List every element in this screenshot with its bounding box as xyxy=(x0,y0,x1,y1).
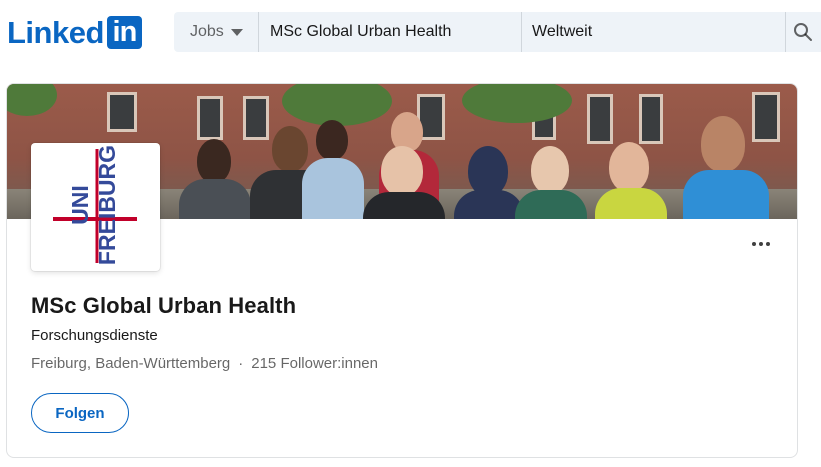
search-category-label: Jobs xyxy=(190,23,224,40)
company-location: Freiburg, Baden-Württemberg xyxy=(31,355,231,372)
university-logo: UNI FREIBURG xyxy=(31,143,160,271)
more-options-button[interactable] xyxy=(745,232,777,256)
company-card: UNI FREIBURG MSc Global Urban Health For… xyxy=(6,83,798,458)
search-button[interactable] xyxy=(786,12,820,52)
top-nav-bar: Linked in Jobs MSc Global Urban Health W… xyxy=(0,0,821,64)
search-location-value: Weltweit xyxy=(532,23,593,40)
search-category-dropdown[interactable]: Jobs xyxy=(174,12,259,52)
search-icon xyxy=(794,23,812,41)
svg-text:FREIBURG: FREIBURG xyxy=(94,145,120,265)
uni-freiburg-logo-icon: UNI FREIBURG xyxy=(53,145,137,265)
company-meta: Freiburg, Baden-Württemberg · 215 Follow… xyxy=(31,355,378,372)
logo-in-text: in xyxy=(112,15,138,48)
linkedin-logo[interactable]: Linked in xyxy=(7,14,142,50)
meta-separator: · xyxy=(238,355,244,372)
follow-button[interactable]: Folgen xyxy=(31,393,129,433)
ellipsis-icon xyxy=(752,242,756,246)
search-keyword-input[interactable]: MSc Global Urban Health xyxy=(259,12,522,52)
svg-text:UNI: UNI xyxy=(67,185,93,225)
company-industry: Forschungsdienste xyxy=(31,327,158,344)
search-location-input[interactable]: Weltweit xyxy=(522,12,786,52)
logo-in-box: in xyxy=(106,15,142,49)
search-bar: Jobs MSc Global Urban Health Weltweit xyxy=(174,12,821,52)
caret-down-icon xyxy=(230,28,243,36)
company-name: MSc Global Urban Health xyxy=(31,293,297,318)
company-followers: 215 Follower:innen xyxy=(251,355,378,372)
logo-wordmark: Linked xyxy=(7,14,104,50)
search-keyword-value: MSc Global Urban Health xyxy=(270,23,452,40)
